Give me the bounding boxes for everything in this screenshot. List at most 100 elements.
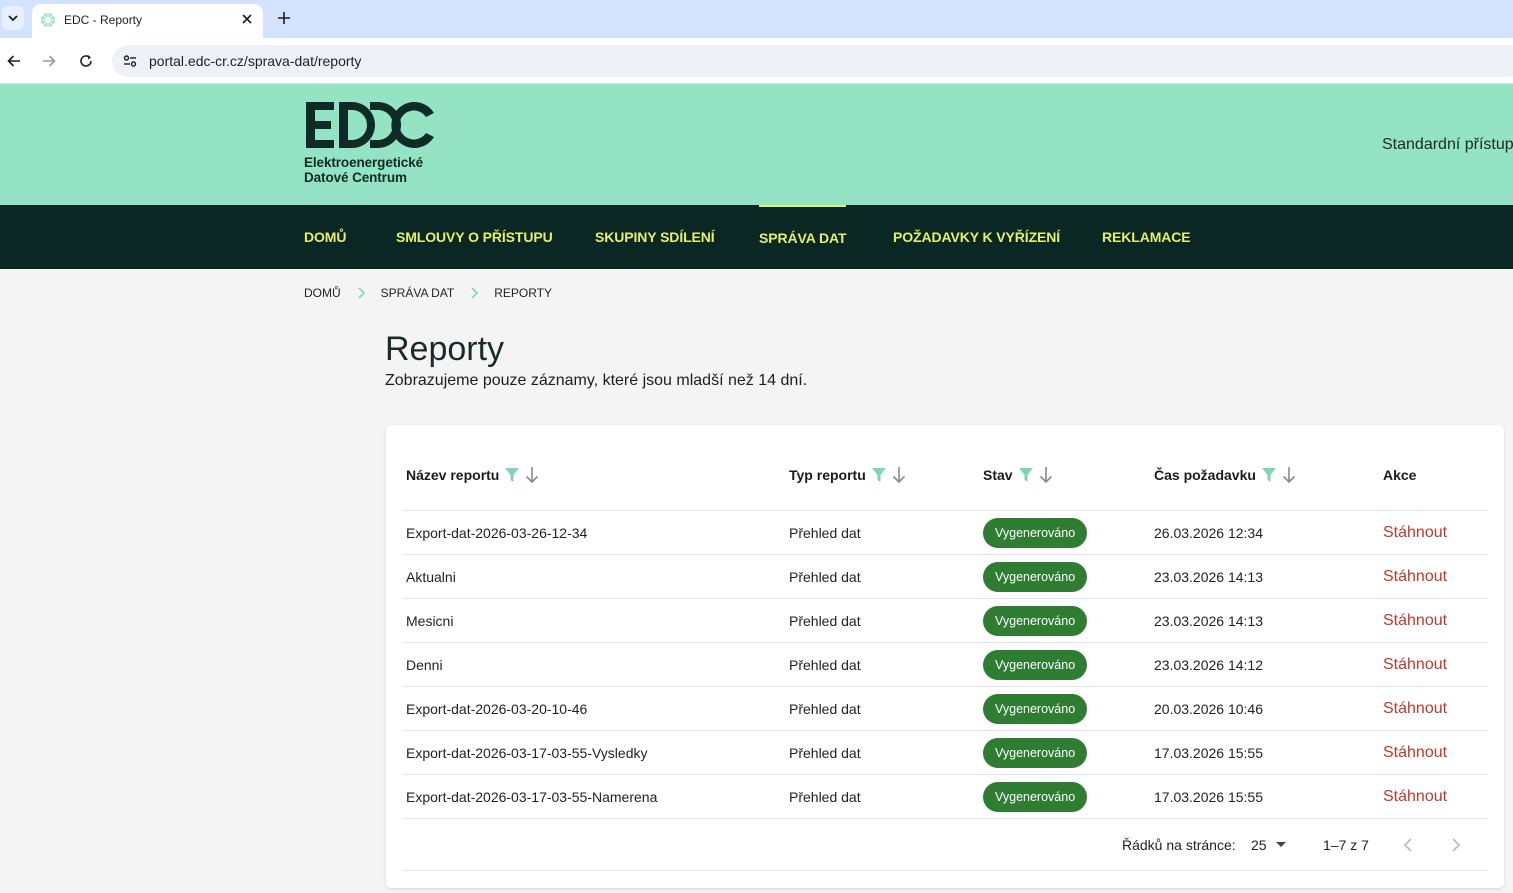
logo-line-1: Elektroenergetické bbox=[304, 155, 424, 170]
cell-report-name: Denni bbox=[406, 657, 443, 673]
status-badge: Vygenerováno bbox=[983, 694, 1088, 724]
cell-report-name: Mesicni bbox=[406, 613, 454, 629]
nav-item-pending-requests[interactable]: POŽADAVKY K VYŘÍZENÍ bbox=[893, 205, 1060, 269]
breadcrumb-home[interactable]: DOMŮ bbox=[304, 286, 341, 300]
edc-favicon-icon bbox=[41, 13, 55, 27]
cell-status: Vygenerováno bbox=[983, 555, 1088, 599]
cell-request-time: 23.03.2026 14:13 bbox=[1154, 569, 1263, 585]
cell-request-time: 17.03.2026 15:55 bbox=[1154, 745, 1263, 761]
tab-list-button[interactable] bbox=[2, 6, 24, 30]
column-header-actions: Akce bbox=[1383, 465, 1416, 485]
column-header-report-type[interactable]: Typ reportu bbox=[789, 465, 906, 485]
cell-status: Vygenerováno bbox=[983, 599, 1088, 643]
page-title: Reporty bbox=[385, 330, 505, 368]
nav-item-access-contracts[interactable]: SMLOUVY O PŘÍSTUPU bbox=[396, 205, 553, 269]
back-arrow-icon[interactable] bbox=[4, 51, 24, 71]
status-badge: Vygenerováno bbox=[983, 606, 1088, 636]
status-badge: Vygenerováno bbox=[983, 650, 1088, 680]
site-header: Elektroenergetické Datové Centrum Standa… bbox=[0, 84, 1513, 205]
url-text[interactable]: portal.edc-cr.cz/sprava-dat/reporty bbox=[149, 53, 361, 69]
table-row: Aktualni Přehled dat Vygenerováno 23.03.… bbox=[402, 554, 1488, 598]
close-icon[interactable] bbox=[239, 11, 255, 27]
column-header-label: Čas požadavku bbox=[1154, 467, 1256, 483]
sort-arrow-down-icon[interactable] bbox=[892, 466, 906, 484]
logo-line-2: Datové Centrum bbox=[304, 170, 407, 185]
chevron-right-icon bbox=[454, 287, 494, 299]
plus-icon[interactable] bbox=[274, 8, 294, 28]
download-link[interactable]: Stáhnout bbox=[1383, 687, 1447, 731]
nav-item-home[interactable]: DOMŮ bbox=[304, 205, 346, 269]
filter-icon[interactable] bbox=[1261, 468, 1276, 482]
pagination-divider bbox=[402, 870, 1488, 871]
download-link[interactable]: Stáhnout bbox=[1383, 511, 1447, 555]
filter-icon[interactable] bbox=[871, 468, 886, 482]
browser-toolbar: portal.edc-cr.cz/sprava-dat/reporty bbox=[0, 38, 1513, 84]
column-header-status[interactable]: Stav bbox=[983, 465, 1053, 485]
column-header-label: Typ reportu bbox=[789, 467, 866, 483]
sort-arrow-down-icon[interactable] bbox=[1282, 466, 1296, 484]
browser-tab-bar: EDC - Reporty bbox=[0, 0, 1513, 38]
filter-icon[interactable] bbox=[505, 468, 520, 482]
cell-report-name: Export-dat-2026-03-17-03-55-Namerena bbox=[406, 789, 658, 805]
download-link[interactable]: Stáhnout bbox=[1383, 731, 1447, 775]
sort-arrow-down-icon[interactable] bbox=[1039, 466, 1053, 484]
rows-per-page-select[interactable]: 25 bbox=[1251, 835, 1286, 855]
cell-report-type: Přehled dat bbox=[789, 701, 861, 717]
download-link[interactable]: Stáhnout bbox=[1383, 555, 1447, 599]
edc-logo[interactable]: Elektroenergetické Datové Centrum bbox=[304, 100, 444, 190]
breadcrumb: DOMŮ SPRÁVA DAT REPORTY bbox=[304, 286, 552, 300]
tab-title: EDC - Reporty bbox=[64, 13, 143, 27]
download-link[interactable]: Stáhnout bbox=[1383, 775, 1447, 819]
breadcrumb-data-management[interactable]: SPRÁVA DAT bbox=[381, 286, 455, 300]
cell-report-name: Export-dat-2026-03-26-12-34 bbox=[406, 525, 588, 541]
nav-item-data-management[interactable]: SPRÁVA DAT bbox=[759, 205, 847, 269]
nav-item-complaints[interactable]: REKLAMACE bbox=[1102, 205, 1191, 269]
table-row: Export-dat-2026-03-17-03-55-Namerena Pře… bbox=[402, 774, 1488, 818]
logo-subtitle: Elektroenergetické Datové Centrum bbox=[304, 155, 423, 185]
cell-status: Vygenerováno bbox=[983, 511, 1088, 555]
page-subtitle: Zobrazujeme pouze záznamy, které jsou ml… bbox=[385, 372, 808, 389]
cell-report-name: Export-dat-2026-03-20-10-46 bbox=[406, 701, 588, 717]
status-badge: Vygenerováno bbox=[983, 562, 1088, 592]
cell-report-name: Export-dat-2026-03-17-03-55-Vysledky bbox=[406, 745, 648, 761]
filter-icon[interactable] bbox=[1018, 468, 1033, 482]
forward-arrow-icon[interactable] bbox=[39, 51, 59, 71]
cell-status: Vygenerováno bbox=[983, 687, 1088, 731]
cell-report-type: Přehled dat bbox=[789, 525, 861, 541]
table-row: Export-dat-2026-03-20-10-46 Přehled dat … bbox=[402, 686, 1488, 730]
column-header-report-name[interactable]: Název reportu bbox=[406, 465, 539, 485]
cell-request-time: 17.03.2026 15:55 bbox=[1154, 789, 1263, 805]
reload-icon[interactable] bbox=[76, 51, 96, 71]
table-row: Denni Přehled dat Vygenerováno 23.03.202… bbox=[402, 642, 1488, 686]
previous-page-icon[interactable] bbox=[1403, 835, 1413, 855]
cell-report-type: Přehled dat bbox=[789, 657, 861, 673]
column-header-label: Akce bbox=[1383, 467, 1417, 483]
cell-request-time: 20.03.2026 10:46 bbox=[1154, 701, 1263, 717]
cell-status: Vygenerováno bbox=[983, 775, 1088, 819]
cell-status: Vygenerováno bbox=[983, 731, 1088, 775]
cell-request-time: 26.03.2026 12:34 bbox=[1154, 525, 1263, 541]
download-link[interactable]: Stáhnout bbox=[1383, 643, 1447, 687]
chevron-right-icon bbox=[341, 287, 381, 299]
table-row: Export-dat-2026-03-26-12-34 Přehled dat … bbox=[402, 510, 1488, 554]
access-level-label[interactable]: Standardní přístup bbox=[1382, 136, 1513, 154]
browser-tab[interactable]: EDC - Reporty bbox=[32, 4, 263, 38]
table-row: Export-dat-2026-03-17-03-55-Vysledky Pře… bbox=[402, 730, 1488, 774]
cell-report-type: Přehled dat bbox=[789, 745, 861, 761]
column-header-request-time[interactable]: Čas požadavku bbox=[1154, 465, 1296, 485]
download-link[interactable]: Stáhnout bbox=[1383, 599, 1447, 643]
nav-item-sharing-groups[interactable]: SKUPINY SDÍLENÍ bbox=[595, 205, 715, 269]
sort-arrow-down-icon[interactable] bbox=[525, 466, 539, 484]
chevron-down-icon bbox=[8, 15, 18, 22]
site-settings-icon[interactable] bbox=[122, 53, 138, 69]
reports-table-card: Název reportu Typ reportu Stav Čas požad… bbox=[386, 425, 1504, 888]
cell-request-time: 23.03.2026 14:13 bbox=[1154, 613, 1263, 629]
pagination-range: 1–7 z 7 bbox=[1323, 837, 1369, 853]
cell-report-type: Přehled dat bbox=[789, 789, 861, 805]
cell-report-type: Přehled dat bbox=[789, 613, 861, 629]
main-navigation: DOMŮ SMLOUVY O PŘÍSTUPU SKUPINY SDÍLENÍ … bbox=[0, 205, 1513, 269]
rows-per-page-label: Řádků na stránce: bbox=[1122, 837, 1236, 853]
edc-logo-mark bbox=[306, 102, 434, 148]
address-bar[interactable]: portal.edc-cr.cz/sprava-dat/reporty bbox=[112, 45, 1513, 77]
next-page-icon[interactable] bbox=[1451, 835, 1461, 855]
